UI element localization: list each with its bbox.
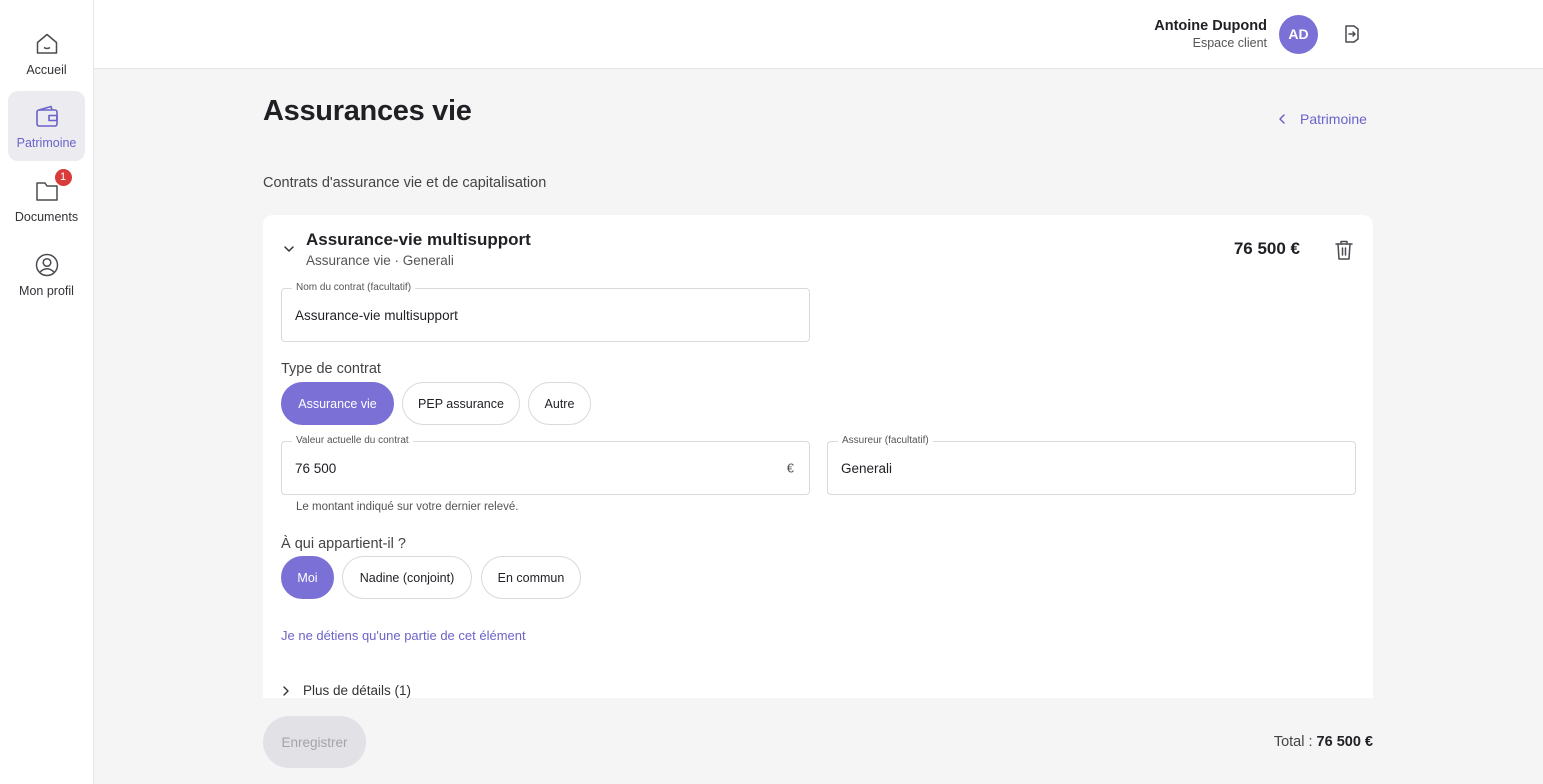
top-header: Antoine Dupond Espace client AD (94, 0, 1543, 69)
sidebar-item-label: Accueil (26, 63, 67, 77)
contract-title: Assurance-vie multisupport (306, 230, 531, 249)
owner-moi[interactable]: Moi (281, 556, 334, 599)
contract-value-input[interactable] (295, 442, 772, 494)
chevron-down-icon[interactable] (282, 242, 296, 256)
wallet-icon (34, 104, 60, 130)
folder-icon: 1 (34, 169, 72, 204)
insurer-input[interactable] (841, 442, 1318, 494)
insurer-field[interactable]: Assureur (facultatif) (827, 435, 1356, 495)
contract-name-input[interactable] (295, 289, 772, 341)
avatar[interactable]: AD (1279, 15, 1318, 54)
contract-amount: 76 500 € (1233, 239, 1300, 258)
sidebar-item-label: Patrimoine (16, 136, 77, 150)
chevron-left-icon (1279, 114, 1285, 124)
total-value: 76 500 € (1316, 734, 1373, 750)
owner-nadine-conjoint[interactable]: Nadine (conjoint) (342, 556, 472, 599)
sidebar-item-documents[interactable]: 1 Documents (8, 165, 85, 235)
more-details-toggle[interactable]: Plus de détails (1) (281, 683, 411, 698)
notification-badge: 1 (54, 169, 72, 186)
save-button[interactable]: Enregistrer (263, 716, 366, 768)
trash-icon[interactable] (1334, 239, 1354, 261)
total-summary: Total : 76 500 € (1274, 734, 1373, 750)
contract-value-help: Le montant indiqué sur votre dernier rel… (296, 501, 519, 513)
sidebar-item-label: Mon profil (19, 284, 74, 298)
owner-en-commun[interactable]: En commun (481, 556, 581, 599)
sidebar-item-patrimoine[interactable]: Patrimoine (8, 91, 85, 161)
back-link-patrimoine[interactable]: Patrimoine (1276, 111, 1367, 127)
total-label: Total : (1273, 734, 1313, 750)
partial-ownership-link[interactable]: Je ne détiens qu'une partie de cet éléme… (281, 628, 526, 643)
back-link-label: Patrimoine (1300, 111, 1367, 127)
home-icon (34, 31, 60, 57)
chevron-right-icon (283, 685, 289, 696)
contract-subtitle: Assurance vie · Generali (306, 253, 454, 268)
user-name: Antoine Dupond (1154, 18, 1267, 34)
user-role: Espace client (1192, 36, 1267, 50)
contract-name-field[interactable]: Nom du contrat (facultatif) (281, 282, 810, 342)
user-icon (34, 252, 60, 278)
currency-suffix: € (786, 460, 794, 476)
sidebar-item-label: Documents (14, 210, 79, 224)
contract-card: Assurance-vie multisupport Assurance vie… (263, 215, 1373, 698)
contract-type-assurance-vie[interactable]: Assurance vie (281, 382, 394, 425)
contract-value-field[interactable]: Valeur actuelle du contrat € (281, 435, 810, 495)
page-title: Assurances vie (263, 95, 472, 127)
sidebar: Accueil Patrimoine 1 Documents Mon profi… (0, 0, 94, 784)
owner-label: À qui appartient-il ? (281, 536, 406, 552)
contract-type-autre[interactable]: Autre (528, 382, 591, 425)
sidebar-item-accueil[interactable]: Accueil (8, 18, 85, 88)
page-subtitle: Contrats d'assurance vie et de capitalis… (263, 175, 547, 191)
more-details-label: Plus de détails (1) (303, 683, 412, 698)
sidebar-item-mon-profil[interactable]: Mon profil (8, 239, 85, 309)
contract-type-label: Type de contrat (281, 361, 381, 377)
contract-type-pep-assurance[interactable]: PEP assurance (402, 382, 520, 425)
logout-icon[interactable] (1340, 22, 1364, 46)
